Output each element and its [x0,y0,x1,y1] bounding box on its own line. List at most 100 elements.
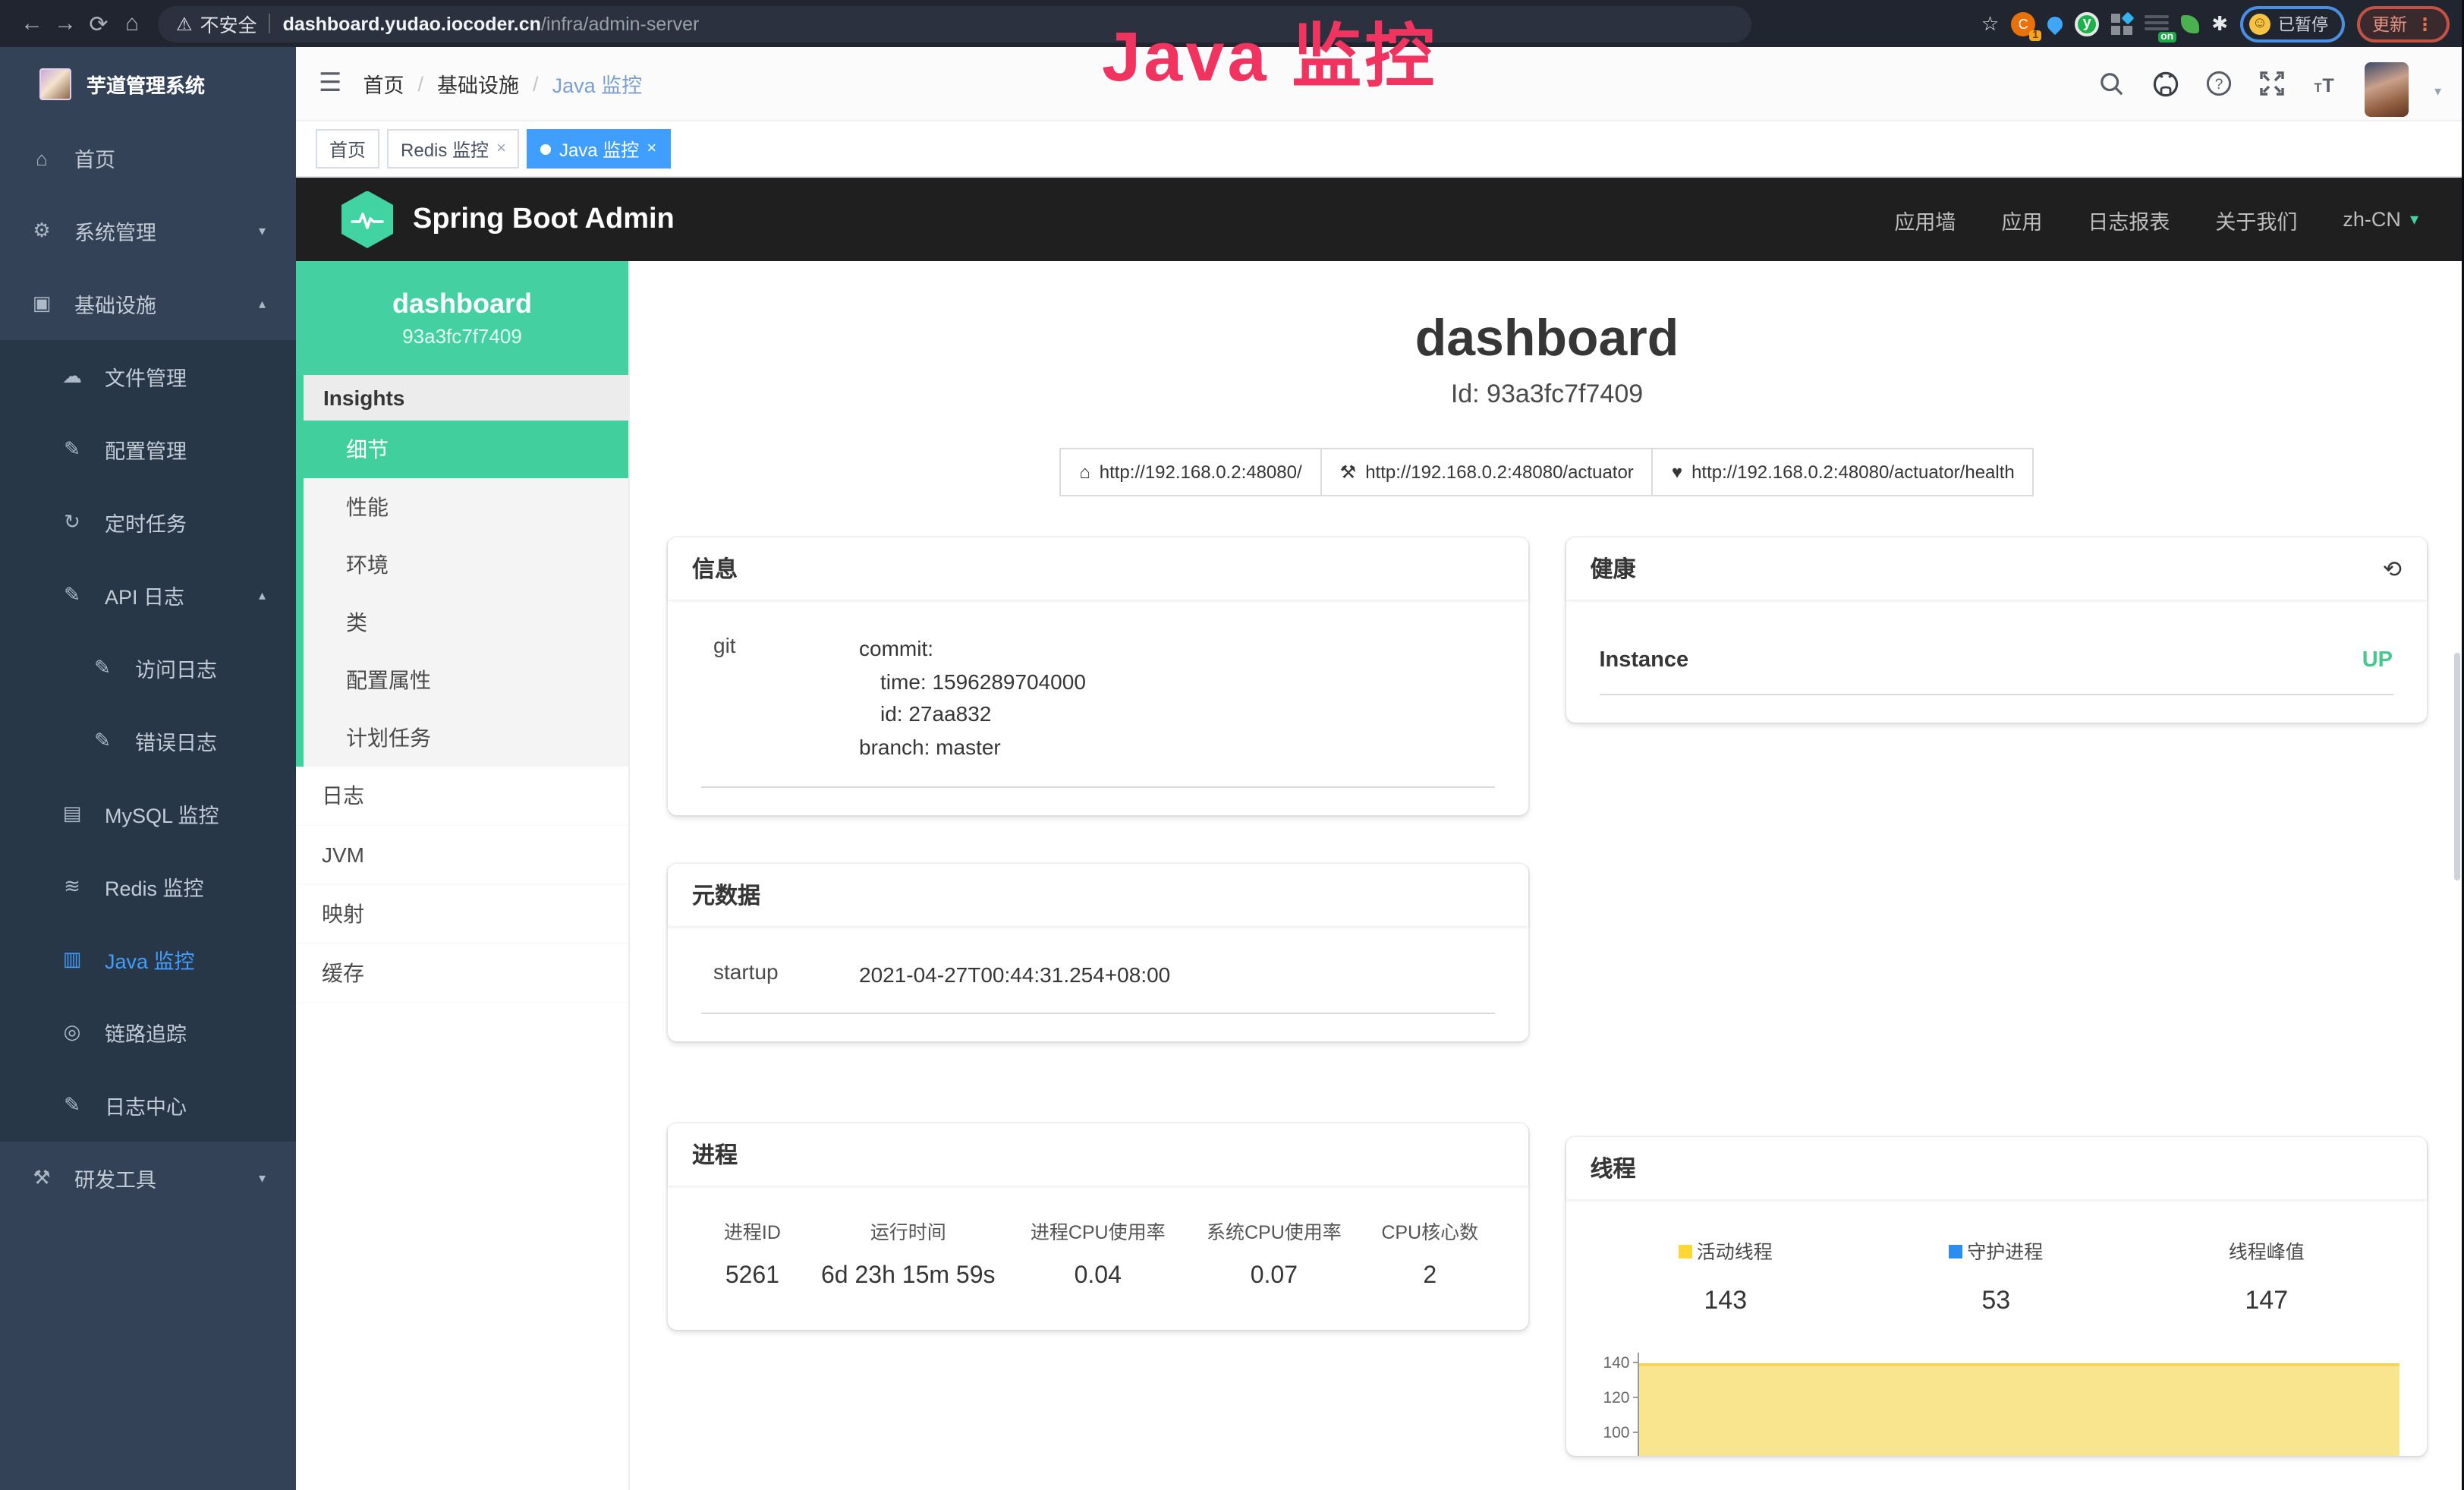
sidebar-item-redis-monitor[interactable]: ≋ Redis 监控 [0,850,296,923]
sba-nav-applications[interactable]: 应用 [2001,204,2042,235]
chevron-up-icon: ▴ [259,295,266,312]
tab-label: 首页 [329,136,366,162]
hamburger-icon[interactable]: ☰ [319,68,342,99]
sidebar-item-error-log[interactable]: ✎ 错误日志 [0,704,296,777]
sba-nav-about[interactable]: 关于我们 [2215,204,2297,235]
puzzle-extensions-icon[interactable]: ✱ [2211,11,2228,36]
sidebar-item-log-center[interactable]: ✎ 日志中心 [0,1069,296,1142]
url-domain: dashboard.yudao.iocoder.cn [283,13,541,34]
chevron-down-icon: ▾ [259,1170,266,1186]
sba-item-config-props[interactable]: 配置属性 [304,651,628,709]
sidebar-item-java-monitor[interactable]: ▥ Java 监控 [0,923,296,996]
on-extension-icon[interactable]: on [2145,14,2169,33]
close-icon[interactable]: × [647,140,656,158]
y-axis-tick-mark [1633,1362,1639,1363]
threads-area-chart: 140 120 100 [1591,1350,2403,1456]
locale-label: zh-CN [2343,208,2401,231]
service-url-button[interactable]: ⌂ http://192.168.0.2:48080/ [1059,448,1321,496]
sidebar-item-file-manage[interactable]: ☁ 文件管理 [0,340,296,413]
sidebar-item-home[interactable]: ⌂ 首页 [0,121,296,194]
sba-item-details[interactable]: 细节 [304,421,628,478]
sidebar-item-label: 基础设施 [74,288,156,319]
tab-redis-monitor[interactable]: Redis 监控 × [387,129,520,169]
tab-home[interactable]: 首页 [316,129,379,169]
warning-icon: ⚠ [176,13,193,34]
window-edge [2461,0,2464,1490]
sba-header: Spring Boot Admin 应用墙 应用 日志报表 关于我们 zh-CN… [296,178,2464,261]
sidebar-item-label: MySQL 监控 [105,799,219,829]
search-icon[interactable] [2099,70,2126,97]
locale-selector[interactable]: zh-CN ▾ [2343,208,2418,231]
sba-item-metrics[interactable]: 性能 [304,478,628,536]
user-avatar[interactable] [2365,62,2409,117]
close-icon[interactable]: × [496,140,506,158]
y-extension-icon[interactable]: y [2075,11,2099,36]
sba-nav-wallboard[interactable]: 应用墙 [1894,204,1956,235]
health-instance-row[interactable]: Instance UP [1600,639,2393,695]
sba-brand-title[interactable]: Spring Boot Admin [413,203,675,236]
sidebar-item-api-log[interactable]: ✎ API 日志 ▴ [0,559,296,632]
sidebar-item-config-manage[interactable]: ✎ 配置管理 [0,413,296,486]
process-col-header: CPU核心数 [1362,1217,1498,1246]
sidebar-item-dev-tools[interactable]: ⚒ 研发工具 ▾ [0,1142,296,1214]
sba-item-logs[interactable]: 日志 [296,767,628,826]
sidebar-item-access-log[interactable]: ✎ 访问日志 [0,632,296,704]
extension-badge-icon[interactable]: C1 [2011,11,2035,36]
sba-item-classes[interactable]: 类 [304,594,628,651]
browser-reload-icon[interactable]: ⟳ [82,10,115,37]
insights-group: Insights 细节 性能 环境 类 配置属性 计划任务 [296,375,628,767]
browser-menu-kebab-icon[interactable]: ⋮ [2416,13,2434,34]
paused-profile-chip[interactable]: ☺ 已暂停 [2240,5,2345,42]
sidebar-item-system[interactable]: ⚙ 系统管理 ▾ [0,194,296,267]
sidebar-item-scheduled-jobs[interactable]: ↻ 定时任务 [0,486,296,559]
user-menu-caret-icon[interactable]: ▾ [2434,83,2441,99]
font-size-icon[interactable]: TT [2311,70,2339,97]
update-browser-button[interactable]: 更新 ⋮ [2357,5,2449,42]
sba-item-caches[interactable]: 缓存 [296,944,628,1003]
y-axis-tick-mark [1633,1432,1639,1433]
browser-back-icon[interactable]: ← [15,11,49,36]
history-icon[interactable]: ⟲ [2383,555,2402,582]
tab-java-monitor[interactable]: Java 监控 × [527,129,670,169]
breadcrumb-separator: / [418,72,424,95]
sidebar-item-mysql-monitor[interactable]: ▤ MySQL 监控 [0,777,296,850]
breadcrumb-home[interactable]: 首页 [363,68,404,99]
browser-forward-icon[interactable]: → [49,11,82,36]
briefcase-icon: ⚒ [30,1166,53,1190]
help-icon[interactable]: ? [2205,70,2233,97]
security-label[interactable]: 不安全 [200,9,257,38]
chevron-up-icon: ▴ [259,587,266,603]
sidebar-item-tracing[interactable]: ◎ 链路追踪 [0,996,296,1069]
leaf-extension-icon[interactable] [2181,14,2199,33]
github-icon[interactable] [2152,70,2179,97]
sidebar-item-infra[interactable]: ▣ 基础设施 ▴ [0,267,296,340]
grid-extension-icon[interactable] [2111,13,2132,34]
history-icon: ↻ [61,510,83,534]
bookmark-star-icon[interactable]: ☆ [1981,11,1999,36]
health-url-button[interactable]: ♥ http://192.168.0.2:48080/actuator/heal… [1652,448,2034,496]
health-instance-label: Instance [1600,648,1689,673]
log-icon: ✎ [91,729,114,753]
sba-item-mappings[interactable]: 映射 [296,885,628,944]
breadcrumb-infra[interactable]: 基础设施 [437,68,519,99]
scrollbar-thumb[interactable] [2454,653,2460,880]
legend-label: 活动线程 [1697,1242,1773,1263]
sidebar-item-label: Redis 监控 [105,871,204,902]
app-logo[interactable]: 芋道管理系统 [0,47,296,121]
url-path: /infra/admin-server [541,13,699,34]
page-title: dashboard [668,310,2426,369]
sba-logo-icon[interactable] [341,191,393,248]
process-pid: 5261 [698,1264,807,1291]
actuator-url-button[interactable]: ⚒ http://192.168.0.2:48080/actuator [1320,448,1654,496]
screenshot-annotation: Java 监控 [1102,21,1437,91]
browser-home-icon[interactable]: ⌂ [115,11,149,36]
fullscreen-icon[interactable] [2258,70,2286,97]
pin-extension-icon[interactable] [2044,13,2066,34]
sba-item-jvm[interactable]: JVM [296,826,628,885]
sba-item-scheduled-tasks[interactable]: 计划任务 [304,709,628,767]
sba-instance-header[interactable]: dashboard 93a3fc7f7409 [296,261,628,375]
address-bar[interactable]: ⚠ 不安全 dashboard.yudao.iocoder.cn /infra/… [158,5,1751,42]
info-key: git [701,633,859,765]
sba-nav-journal[interactable]: 日志报表 [2088,204,2170,235]
sba-item-environment[interactable]: 环境 [304,536,628,594]
